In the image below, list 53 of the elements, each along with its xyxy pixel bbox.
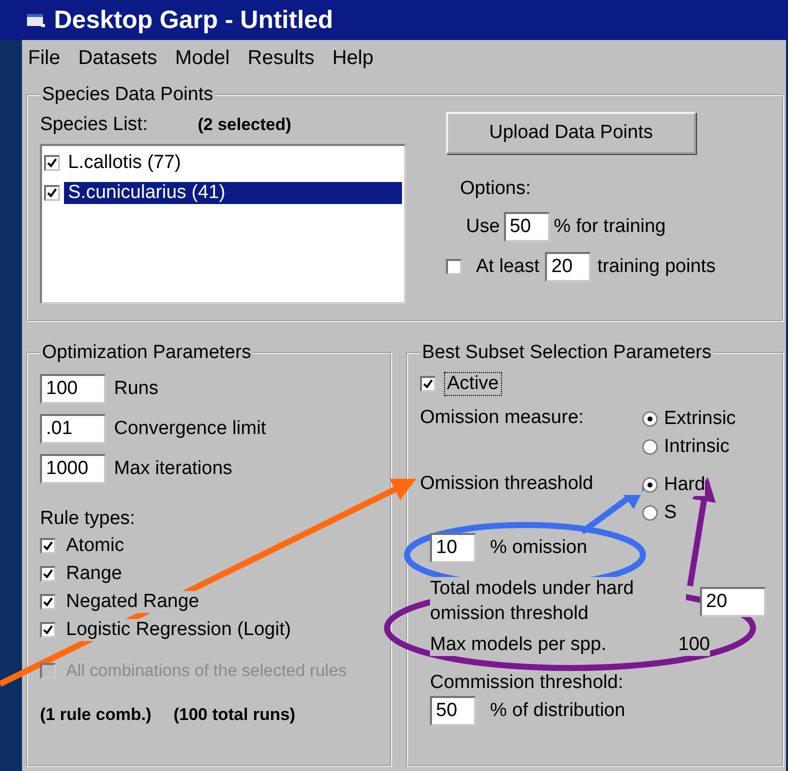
checkbox[interactable] — [446, 259, 462, 275]
group-title: Species Data Points — [41, 84, 214, 106]
field-label: Convergence limit — [114, 418, 266, 440]
field-label: Omission threashold — [420, 473, 642, 495]
menu-item[interactable]: Results — [246, 46, 324, 70]
input-field[interactable]: 20 — [700, 586, 766, 617]
list-item[interactable]: L.callotis (77) — [64, 152, 185, 174]
input-field[interactable]: 10 — [430, 533, 476, 563]
window-title: Desktop Garp - Untitled — [54, 6, 334, 34]
field-label: Max models per spp. — [430, 634, 606, 656]
selected-count: (2 selected) — [198, 115, 292, 135]
radio-button[interactable] — [642, 505, 658, 521]
checkbox[interactable] — [40, 622, 56, 638]
group-title: Best Subset Selection Parameters — [421, 342, 712, 364]
checkbox-label: Active — [444, 372, 502, 396]
checkbox-label: Range — [66, 563, 122, 585]
input-field[interactable]: 50 — [430, 696, 476, 726]
radio-label: Hard — [664, 474, 706, 496]
input-field[interactable]: 20 — [545, 252, 592, 282]
group-title: Optimization Parameters — [41, 342, 252, 364]
checkbox[interactable] — [420, 376, 436, 392]
checkbox-label: Negated Range — [66, 591, 200, 613]
checkbox[interactable] — [44, 185, 60, 201]
checkbox[interactable] — [40, 594, 56, 610]
checkbox[interactable] — [40, 566, 56, 582]
upload-button[interactable]: Upload Data Points — [446, 112, 696, 154]
field-label: % for training — [554, 216, 666, 238]
species-list[interactable]: L.callotis (77) S.cunicularius (41) — [40, 144, 406, 304]
field-label: training points — [597, 256, 716, 278]
checkbox-label: Logistic Regression (Logit) — [66, 619, 291, 641]
value-text: 100 — [678, 634, 710, 656]
menu-item[interactable]: File — [26, 46, 70, 70]
input-field[interactable]: 1000 — [40, 454, 106, 484]
menu-item[interactable]: Help — [330, 46, 384, 70]
window-icon — [26, 12, 46, 28]
list-item[interactable]: S.cunicularius (41) — [64, 182, 402, 204]
menu-item[interactable]: Model — [173, 46, 240, 70]
input-field[interactable]: 100 — [40, 374, 106, 404]
radio-button[interactable] — [642, 439, 658, 455]
menu-item[interactable]: Datasets — [76, 46, 168, 70]
input-field[interactable]: 50 — [504, 212, 550, 242]
field-label: Use — [466, 216, 500, 238]
list-label: Species List: — [40, 114, 148, 136]
input-field[interactable]: .01 — [40, 414, 106, 444]
options-label: Options: — [460, 178, 532, 200]
checkbox[interactable] — [44, 155, 60, 171]
rule-types-label: Rule types: — [40, 508, 136, 530]
checkbox-label: At least — [476, 256, 540, 278]
summary-text: (100 total runs) — [173, 705, 296, 725]
radio-button[interactable] — [642, 477, 658, 493]
checkbox[interactable] — [40, 538, 56, 554]
summary-text: (1 rule comb.) — [40, 705, 152, 725]
radio-button[interactable] — [642, 411, 658, 427]
